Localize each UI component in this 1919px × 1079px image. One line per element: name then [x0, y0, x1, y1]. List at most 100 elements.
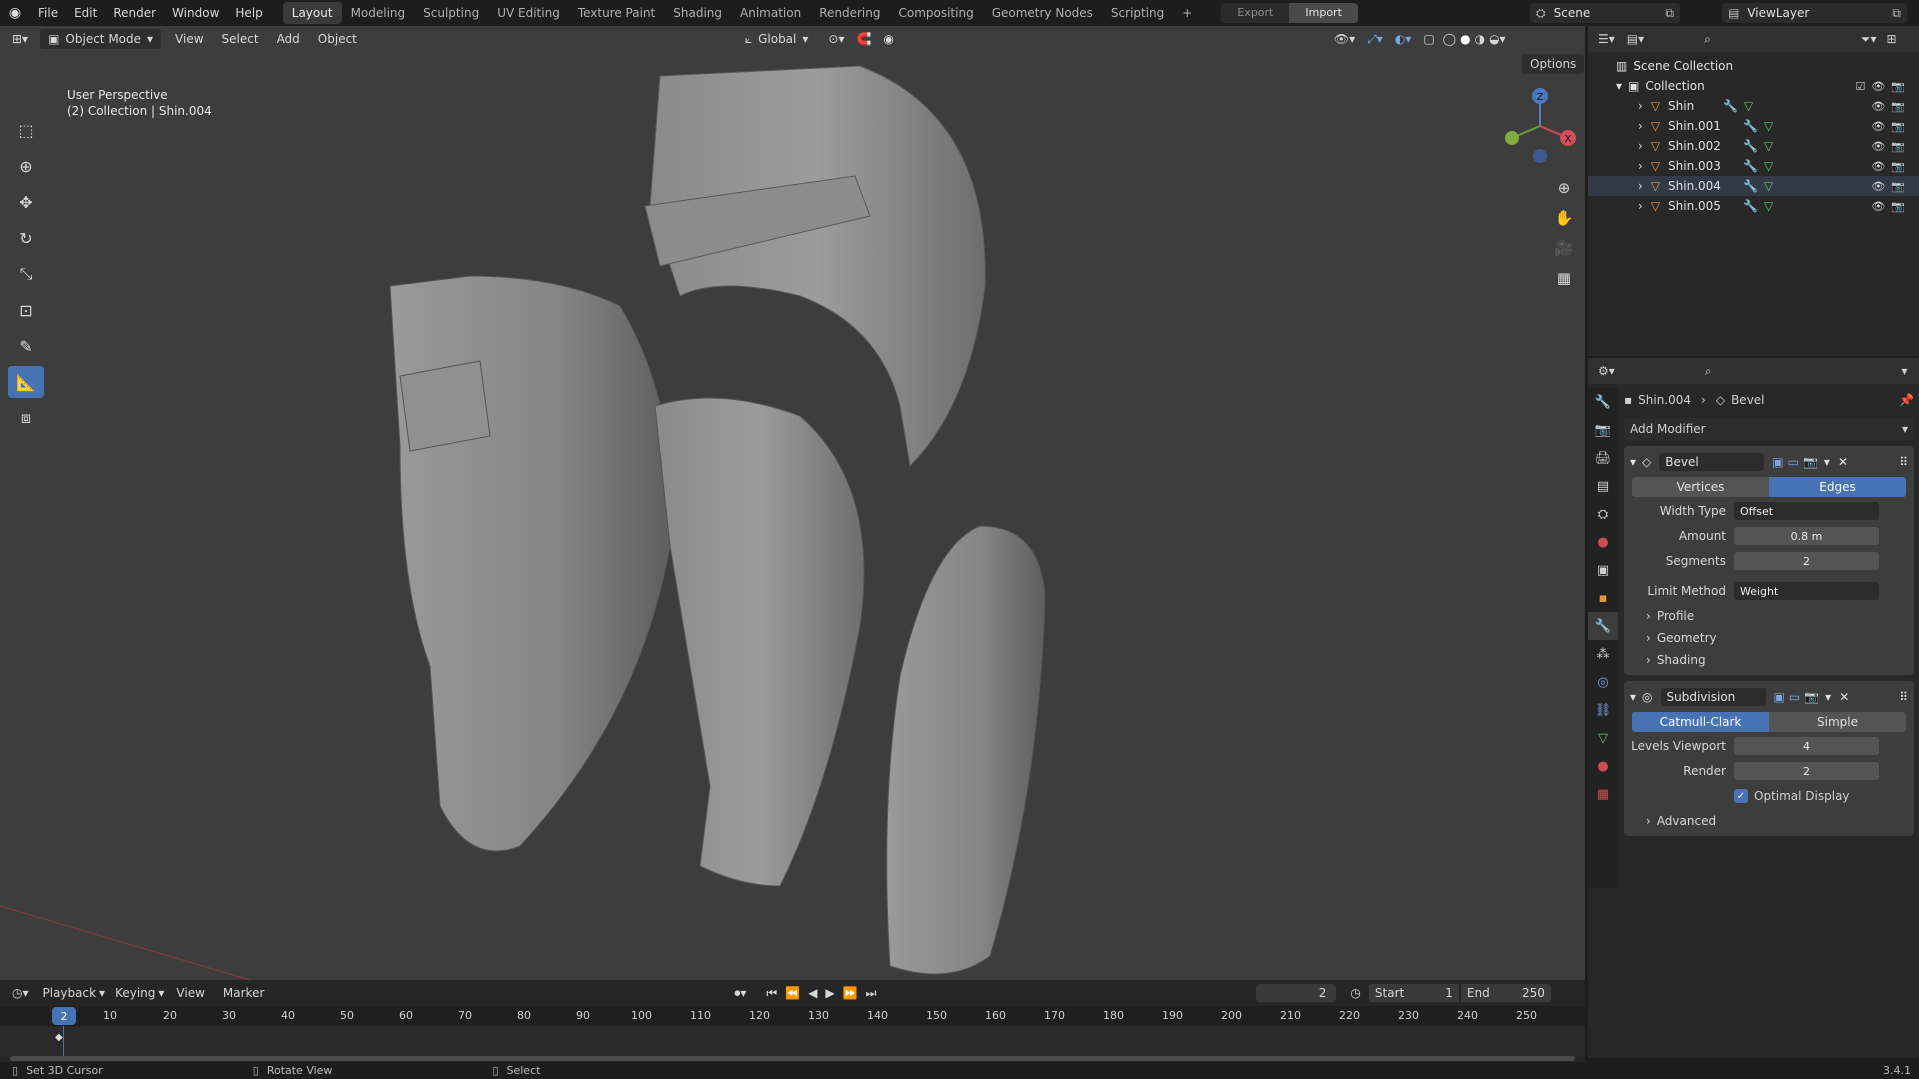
- segments-input[interactable]: 2: [1734, 552, 1879, 570]
- menu-playback[interactable]: Playback: [43, 986, 97, 1000]
- outliner-item-shin-002[interactable]: › ▽ Shin.002 🔧 ▽ 👁📷: [1588, 136, 1919, 156]
- prev-key-icon[interactable]: ⏪: [785, 986, 800, 1000]
- chevron-right-icon[interactable]: ›: [1638, 119, 1643, 133]
- limit-method-dropdown[interactable]: Weight: [1734, 582, 1879, 600]
- scene-selector[interactable]: ⛭ Scene ⧉: [1530, 3, 1680, 23]
- menu-edit[interactable]: Edit: [66, 0, 105, 26]
- menu-help[interactable]: Help: [227, 0, 270, 26]
- menu-add[interactable]: Add: [277, 32, 300, 46]
- tab-uv-editing[interactable]: UV Editing: [488, 2, 569, 24]
- material-shading-icon[interactable]: ◑: [1475, 32, 1485, 46]
- subdivision-name-field[interactable]: Subdivision: [1660, 688, 1766, 706]
- tab-layout[interactable]: Layout: [282, 2, 342, 24]
- chevron-down-icon[interactable]: ▾: [1616, 79, 1622, 93]
- menu-select[interactable]: Select: [222, 32, 259, 46]
- drag-handle-icon[interactable]: ⠿: [1899, 455, 1908, 469]
- current-frame-field[interactable]: 2: [1256, 984, 1337, 1002]
- tab-modeling[interactable]: Modeling: [342, 2, 415, 24]
- jump-end-icon[interactable]: ⏭: [866, 986, 877, 1001]
- outliner-item-shin-005[interactable]: › ▽ Shin.005 🔧 ▽ 👁📷: [1588, 196, 1919, 216]
- close-icon[interactable]: ✕: [1838, 455, 1848, 469]
- menu-window[interactable]: Window: [164, 0, 227, 26]
- edit-mode-toggle-icon[interactable]: ▣: [1772, 455, 1783, 469]
- object-mode-dropdown[interactable]: ▣ Object Mode ▾: [40, 29, 162, 49]
- proportional-edit-icon[interactable]: ◉: [883, 32, 893, 46]
- chevron-down-icon[interactable]: ▾: [1630, 455, 1636, 469]
- bevel-name-field[interactable]: Bevel: [1659, 453, 1765, 471]
- drag-handle-icon[interactable]: ⠿: [1899, 690, 1908, 704]
- close-icon[interactable]: ✕: [1839, 690, 1849, 704]
- render-levels-input[interactable]: 2: [1734, 762, 1879, 780]
- options-dropdown[interactable]: Options: [1522, 54, 1585, 74]
- pivot-icon[interactable]: ⊙▾: [828, 32, 844, 46]
- search-icon[interactable]: ⌕: [1705, 364, 1712, 379]
- tab-texture-paint[interactable]: Texture Paint: [569, 2, 664, 24]
- timeline-ruler[interactable]: 2 10 20 30 40 50 60 70 80 90 100 110 120…: [0, 1006, 1585, 1026]
- outliner-item-shin-001[interactable]: › ▽ Shin.001 🔧 ▽ 👁📷: [1588, 116, 1919, 136]
- visibility-icons[interactable]: 👁📷: [1871, 160, 1911, 173]
- visibility-icon[interactable]: 👁▾: [1334, 32, 1355, 46]
- add-workspace-button[interactable]: +: [1173, 2, 1201, 24]
- scene-collection-row[interactable]: ▥ Scene Collection: [1588, 56, 1919, 76]
- visibility-icons[interactable]: 👁📷: [1871, 140, 1911, 153]
- start-field[interactable]: Start 1: [1368, 984, 1459, 1002]
- timeline-track[interactable]: ◆: [0, 1026, 1585, 1056]
- filter-icon[interactable]: ⏷▾: [1861, 32, 1877, 47]
- chevron-right-icon[interactable]: ›: [1638, 99, 1643, 113]
- visibility-icons[interactable]: 👁📷: [1871, 100, 1911, 113]
- pan-hand-icon[interactable]: ✋: [1550, 204, 1578, 232]
- chevron-down-icon[interactable]: ▾: [1902, 364, 1908, 378]
- display-mode-icon[interactable]: ▤▾: [1627, 32, 1644, 46]
- particles-tab-icon[interactable]: ⁂: [1588, 640, 1618, 668]
- constraints-tab-icon[interactable]: ⛓: [1588, 696, 1618, 724]
- bevel-modifier-header[interactable]: ▾ ◇ Bevel ▣ ▭ 📷 ▾ ✕ ⠿: [1624, 450, 1914, 474]
- tab-animation[interactable]: Animation: [731, 2, 810, 24]
- object-tab-icon[interactable]: ▪: [1588, 584, 1618, 612]
- scene-tab-icon[interactable]: ⛭: [1588, 500, 1618, 528]
- collection-tab-icon[interactable]: ▣: [1588, 556, 1618, 584]
- tab-geometry-nodes[interactable]: Geometry Nodes: [983, 2, 1102, 24]
- collection-row[interactable]: ▾ ▣ Collection ☑👁📷: [1588, 76, 1919, 96]
- 3d-viewport[interactable]: User Perspective (2) Collection | Shin.0…: [0, 26, 1585, 980]
- visibility-icons[interactable]: ☑👁📷: [1855, 80, 1911, 93]
- scale-icon[interactable]: ⤡: [8, 258, 44, 290]
- viewport-toggle-icon[interactable]: ▭: [1788, 455, 1799, 469]
- cursor-icon[interactable]: ⊕: [8, 150, 44, 182]
- width-type-dropdown[interactable]: Offset: [1734, 502, 1879, 520]
- chevron-down-icon[interactable]: ▾: [1825, 690, 1831, 704]
- rotate-icon[interactable]: ↻: [8, 222, 44, 254]
- search-icon[interactable]: ⌕: [1704, 32, 1711, 47]
- render-toggle-icon[interactable]: 📷: [1803, 455, 1818, 469]
- edit-mode-toggle-icon[interactable]: ▣: [1774, 690, 1785, 704]
- camera-icon[interactable]: 🎥: [1550, 234, 1578, 262]
- affect-edges-button[interactable]: Edges: [1769, 477, 1906, 497]
- gizmo-toggle-icon[interactable]: ⤢▾: [1367, 32, 1383, 47]
- chevron-down-icon[interactable]: ▾: [1824, 455, 1830, 469]
- visibility-icons[interactable]: 👁📷: [1871, 200, 1911, 213]
- menu-marker[interactable]: Marker: [223, 986, 264, 1000]
- next-key-icon[interactable]: ⏩: [843, 986, 858, 1000]
- world-tab-icon[interactable]: ●: [1588, 528, 1618, 556]
- shading-subpanel[interactable]: › Shading: [1624, 649, 1914, 671]
- levels-viewport-input[interactable]: 4: [1734, 737, 1879, 755]
- grid-view-icon[interactable]: ▦: [1550, 264, 1578, 292]
- menu-render[interactable]: Render: [105, 0, 164, 26]
- advanced-subpanel[interactable]: › Advanced: [1624, 810, 1914, 832]
- move-icon[interactable]: ✥: [8, 186, 44, 218]
- data-tab-icon[interactable]: ▽: [1588, 724, 1618, 752]
- chevron-down-icon[interactable]: ▾: [1630, 690, 1636, 704]
- visibility-icons[interactable]: 👁📷: [1871, 120, 1911, 133]
- outliner-editor-icon[interactable]: ☰▾: [1598, 32, 1615, 46]
- chevron-right-icon[interactable]: ›: [1638, 199, 1643, 213]
- render-toggle-icon[interactable]: 📷: [1804, 690, 1819, 704]
- tab-shading[interactable]: Shading: [664, 2, 731, 24]
- wireframe-shading-icon[interactable]: ◯: [1443, 32, 1456, 46]
- profile-subpanel[interactable]: › Profile: [1624, 605, 1914, 627]
- keyframe-diamond[interactable]: ◆: [55, 1032, 63, 1043]
- modifier-tab-icon[interactable]: 🔧: [1588, 612, 1618, 640]
- visibility-icons[interactable]: 👁📷: [1871, 180, 1911, 193]
- navigation-gizmo[interactable]: Z X: [1500, 86, 1580, 166]
- subdivision-modifier-header[interactable]: ▾ ◎ Subdivision ▣ ▭ 📷 ▾ ✕ ⠿: [1624, 685, 1914, 709]
- outliner-item-shin-004[interactable]: › ▽ Shin.004 🔧 ▽ 👁📷: [1588, 176, 1919, 196]
- chevron-right-icon[interactable]: ›: [1638, 159, 1643, 173]
